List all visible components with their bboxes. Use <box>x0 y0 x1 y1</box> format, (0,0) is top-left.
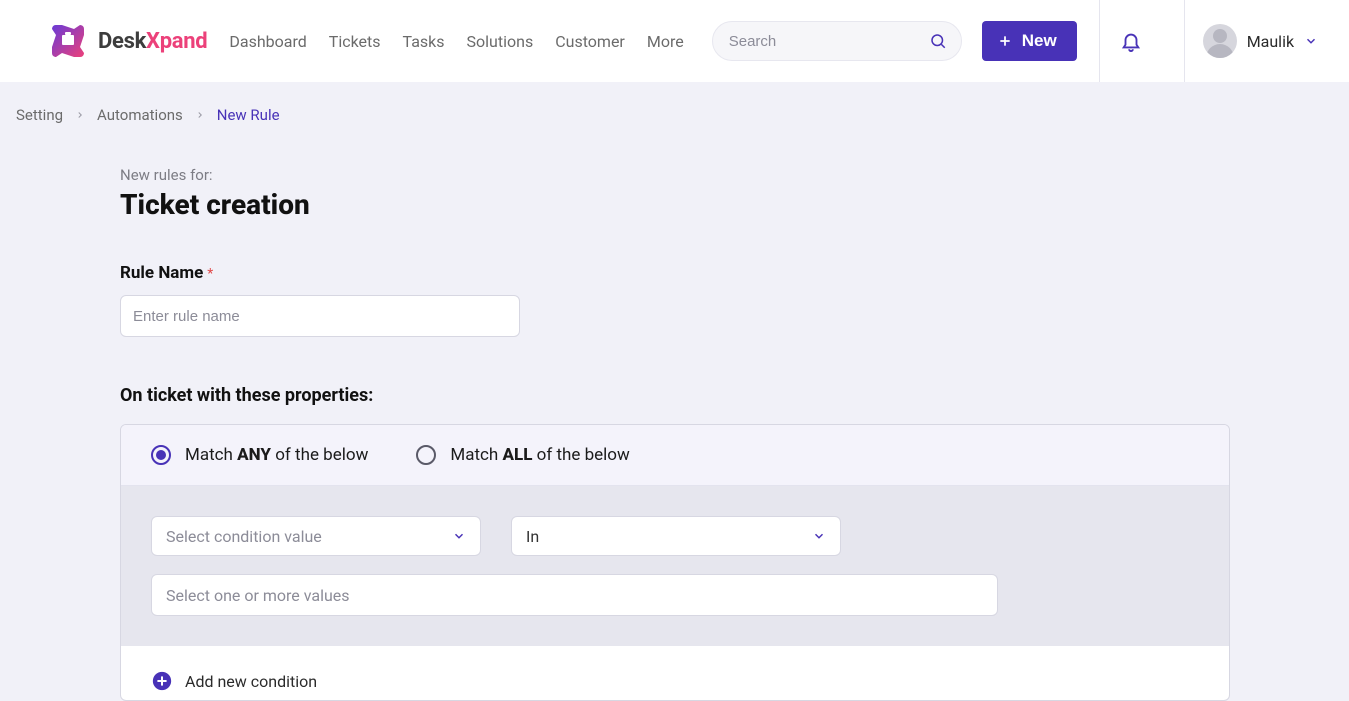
nav-customer[interactable]: Customer <box>555 32 625 51</box>
condition-field-select[interactable]: Select condition value <box>151 516 481 556</box>
page-subhead: New rules for: <box>120 166 1230 184</box>
search-input[interactable] <box>729 33 929 50</box>
search-icon <box>929 32 947 50</box>
condition-values-select[interactable]: Select one or more values <box>151 574 998 616</box>
condition-field-value: Select condition value <box>166 527 322 546</box>
logo-icon <box>48 21 88 61</box>
chevron-down-icon <box>812 529 826 543</box>
condition-body: Select condition value In Select one or … <box>121 486 1229 646</box>
conditions-panel: Match ANY of the below Match ALL of the … <box>120 424 1230 701</box>
plus-icon <box>998 34 1012 48</box>
chevron-right-icon <box>195 110 205 120</box>
match-all-label: Match ALL of the below <box>450 445 629 465</box>
main-nav: Dashboard Tickets Tasks Solutions Custom… <box>229 32 683 51</box>
condition-values-placeholder: Select one or more values <box>166 586 350 605</box>
match-any-radio[interactable]: Match ANY of the below <box>151 445 368 465</box>
condition-operator-select[interactable]: In <box>511 516 841 556</box>
chevron-right-icon <box>75 110 85 120</box>
header: DeskXpand Dashboard Tickets Tasks Soluti… <box>0 0 1349 82</box>
condition-row: Select condition value In <box>151 516 1199 556</box>
nav-tickets[interactable]: Tickets <box>329 32 381 51</box>
page-title: Ticket creation <box>120 188 1230 221</box>
rule-name-input[interactable] <box>120 295 520 337</box>
username: Maulik <box>1247 32 1294 51</box>
breadcrumb: Setting Automations New Rule <box>0 82 1349 124</box>
condition-operator-value: In <box>526 527 539 546</box>
radio-icon-unselected <box>416 445 436 465</box>
logo[interactable]: DeskXpand <box>48 21 207 61</box>
search-box[interactable] <box>712 21 962 61</box>
plus-circle-icon <box>151 670 173 692</box>
add-condition-button[interactable]: Add new condition <box>121 646 1229 700</box>
logo-text: DeskXpand <box>98 29 207 54</box>
nav-dashboard[interactable]: Dashboard <box>229 32 306 51</box>
radio-icon-selected <box>151 445 171 465</box>
chevron-down-icon <box>1304 34 1318 48</box>
nav-solutions[interactable]: Solutions <box>467 32 534 51</box>
bell-icon <box>1120 30 1142 52</box>
breadcrumb-setting[interactable]: Setting <box>16 106 63 124</box>
rule-name-label: Rule Name <box>120 263 203 283</box>
breadcrumb-automations[interactable]: Automations <box>97 106 183 124</box>
content: New rules for: Ticket creation Rule Name… <box>0 124 1230 701</box>
notifications[interactable] <box>1100 30 1162 52</box>
match-all-radio[interactable]: Match ALL of the below <box>416 445 629 465</box>
match-any-label: Match ANY of the below <box>185 445 368 465</box>
breadcrumb-current: New Rule <box>217 106 280 124</box>
add-condition-label: Add new condition <box>185 672 317 691</box>
user-menu[interactable]: Maulik <box>1185 24 1346 58</box>
chevron-down-icon <box>452 529 466 543</box>
nav-more[interactable]: More <box>647 32 684 51</box>
new-button-label: New <box>1022 31 1057 51</box>
avatar <box>1203 24 1237 58</box>
new-button[interactable]: New <box>982 21 1077 61</box>
match-row: Match ANY of the below Match ALL of the … <box>121 425 1229 486</box>
required-indicator: * <box>207 266 213 282</box>
nav-tasks[interactable]: Tasks <box>403 32 445 51</box>
rule-name-field: Rule Name * <box>120 263 1230 337</box>
conditions-label: On ticket with these properties: <box>120 385 1230 406</box>
